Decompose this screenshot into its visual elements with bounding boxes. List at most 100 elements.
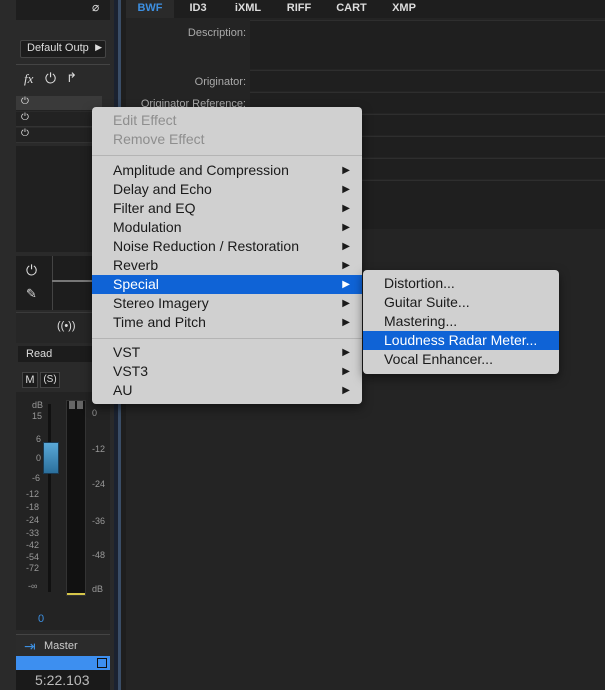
strip-top-bar: ⌀ [16, 0, 110, 20]
menu-item-vst[interactable]: VST ▶ [92, 343, 362, 362]
routing-icon[interactable]: ↱ [66, 70, 77, 86]
submenu-arrow-icon: ▶ [342, 279, 350, 290]
description-label: Description: [187, 27, 246, 39]
solo-button[interactable]: (S) [40, 372, 60, 388]
output-label: Default Outp [27, 42, 89, 54]
fader-scale-label: -54 [26, 552, 40, 562]
menu-item-label: Reverb [113, 257, 159, 273]
menu-item-vst3[interactable]: VST3 ▶ [92, 362, 362, 381]
submenu-item-mastering[interactable]: Mastering... [363, 312, 559, 331]
pencil-icon[interactable]: ✎ [26, 286, 37, 302]
solo-label: (S) [43, 374, 57, 385]
automation-mode-label: Read [26, 348, 53, 360]
fader-scale-label: 15 [32, 411, 43, 421]
submenu-arrow-icon: ▶ [342, 241, 350, 252]
menu-item-filter[interactable]: Filter and EQ ▶ [92, 199, 362, 218]
menu-item-noise-reduction[interactable]: Noise Reduction / Restoration ▶ [92, 237, 362, 256]
meter-scale-label: -12 [92, 444, 106, 454]
submenu-arrow-icon: ▶ [342, 203, 350, 214]
menu-item-reverb[interactable]: Reverb ▶ [92, 256, 362, 275]
fader-scale-label: -33 [26, 528, 40, 538]
menu-item-au[interactable]: AU ▶ [92, 381, 362, 400]
tab-xmp[interactable]: XMP [379, 0, 429, 18]
menu-item-modulation[interactable]: Modulation ▶ [92, 218, 362, 237]
menu-item-time-pitch[interactable]: Time and Pitch ▶ [92, 313, 362, 332]
menu-item-label: VST [113, 344, 141, 360]
submenu-item-vocal-enhancer[interactable]: Vocal Enhancer... [363, 350, 559, 369]
tab-label: ID3 [189, 2, 207, 14]
fader-handle[interactable] [43, 442, 59, 474]
time-display: 5:22.103 [16, 670, 110, 690]
mute-label: M [25, 374, 35, 386]
fx-icon[interactable]: fx [24, 71, 33, 87]
submenu-item-distortion[interactable]: Distortion... [363, 274, 559, 293]
track-name-row: ⇥ Master [16, 634, 110, 657]
tab-id3[interactable]: ID3 [174, 0, 222, 18]
submenu-arrow-icon: ▶ [342, 385, 350, 396]
meter-scale-label: -24 [92, 479, 106, 489]
meter-scale-label: -36 [92, 516, 106, 526]
track-name[interactable]: Master [44, 640, 78, 652]
fader-scale-label: 0 [36, 453, 42, 463]
menu-item-amplitude[interactable]: Amplitude and Compression ▶ [92, 161, 362, 180]
effect-slot[interactable]: ⏻ [16, 128, 102, 143]
tab-bwf[interactable]: BWF [126, 0, 174, 18]
fader-value[interactable]: 0 [38, 613, 44, 625]
send-power-icon[interactable]: ⏻ [26, 262, 37, 279]
output-select[interactable]: Default Outp ▶ [20, 40, 106, 58]
fader-db-unit: dB [32, 400, 44, 410]
effect-slot[interactable]: ⏻ [16, 96, 102, 111]
tab-label: RIFF [286, 2, 312, 14]
tab-label: iXML [234, 2, 262, 14]
slot-power-icon[interactable]: ⏻ [21, 112, 29, 123]
slot-power-icon[interactable]: ⏻ [21, 96, 29, 107]
effect-slot[interactable]: ⏻ [16, 112, 102, 127]
meter-scale-label: -48 [92, 550, 106, 560]
submenu-arrow-icon: ▶ [342, 366, 350, 377]
menu-item-stereo-imagery[interactable]: Stereo Imagery ▶ [92, 294, 362, 313]
track-color-bar[interactable] [16, 656, 110, 670]
fader-area: dB 15 6 0 -6 -12 -18 -24 -33 -42 -54 -72… [16, 392, 110, 630]
submenu-arrow-icon: ▶ [342, 222, 350, 233]
menu-item-label: Mastering... [384, 313, 458, 329]
time-readout: 5:22.103 [35, 672, 90, 688]
fader-scale-label: -24 [26, 515, 40, 525]
fx-toolbar: fx ⏻ ↱ [16, 70, 110, 90]
power-icon[interactable]: ⏻ [45, 70, 56, 87]
track-select-box[interactable] [97, 658, 107, 668]
level-meter [66, 400, 86, 596]
tab-ixml[interactable]: iXML [222, 0, 274, 18]
meter-scale-label: 0 [92, 408, 98, 418]
tab-cart[interactable]: CART [324, 0, 379, 18]
description-field[interactable] [250, 20, 605, 69]
tab-label: BWF [137, 2, 163, 14]
meter-db-unit: dB [92, 584, 104, 594]
menu-item-label: Time and Pitch [113, 314, 206, 330]
submenu-arrow-icon: ▶ [342, 184, 350, 195]
originator-field[interactable] [250, 70, 605, 91]
submenu-item-guitar-suite[interactable]: Guitar Suite... [363, 293, 559, 312]
mute-slash-icon[interactable]: ⌀ [92, 0, 106, 14]
slot-power-icon[interactable]: ⏻ [21, 128, 29, 139]
submenu-arrow-icon: ▶ [342, 165, 350, 176]
menu-item-special[interactable]: Special ▶ [92, 275, 362, 294]
menu-item-label: Amplitude and Compression [113, 162, 289, 178]
menu-item-label: Guitar Suite... [384, 294, 470, 310]
mute-button[interactable]: M [22, 372, 38, 388]
fader-scale-label: -72 [26, 563, 40, 573]
fader-scale-label: -18 [26, 502, 40, 512]
submenu-item-loudness-radar[interactable]: Loudness Radar Meter... [363, 331, 559, 350]
menu-item-delay[interactable]: Delay and Echo ▶ [92, 180, 362, 199]
tab-label: CART [336, 2, 367, 14]
menu-separator [92, 155, 362, 156]
track-input-icon: ⇥ [24, 638, 36, 654]
menu-item-edit-effect[interactable]: Edit Effect [92, 111, 362, 130]
tab-riff[interactable]: RIFF [274, 0, 324, 18]
submenu-arrow-icon: ▶ [342, 260, 350, 271]
fader-track [48, 404, 51, 592]
menu-item-label: Modulation [113, 219, 182, 235]
broadcast-icon[interactable]: ((•)) [57, 320, 76, 332]
menu-item-remove-effect[interactable]: Remove Effect [92, 130, 362, 149]
special-submenu: Distortion... Guitar Suite... Mastering.… [363, 270, 559, 374]
menu-item-label: Noise Reduction / Restoration [113, 238, 299, 254]
